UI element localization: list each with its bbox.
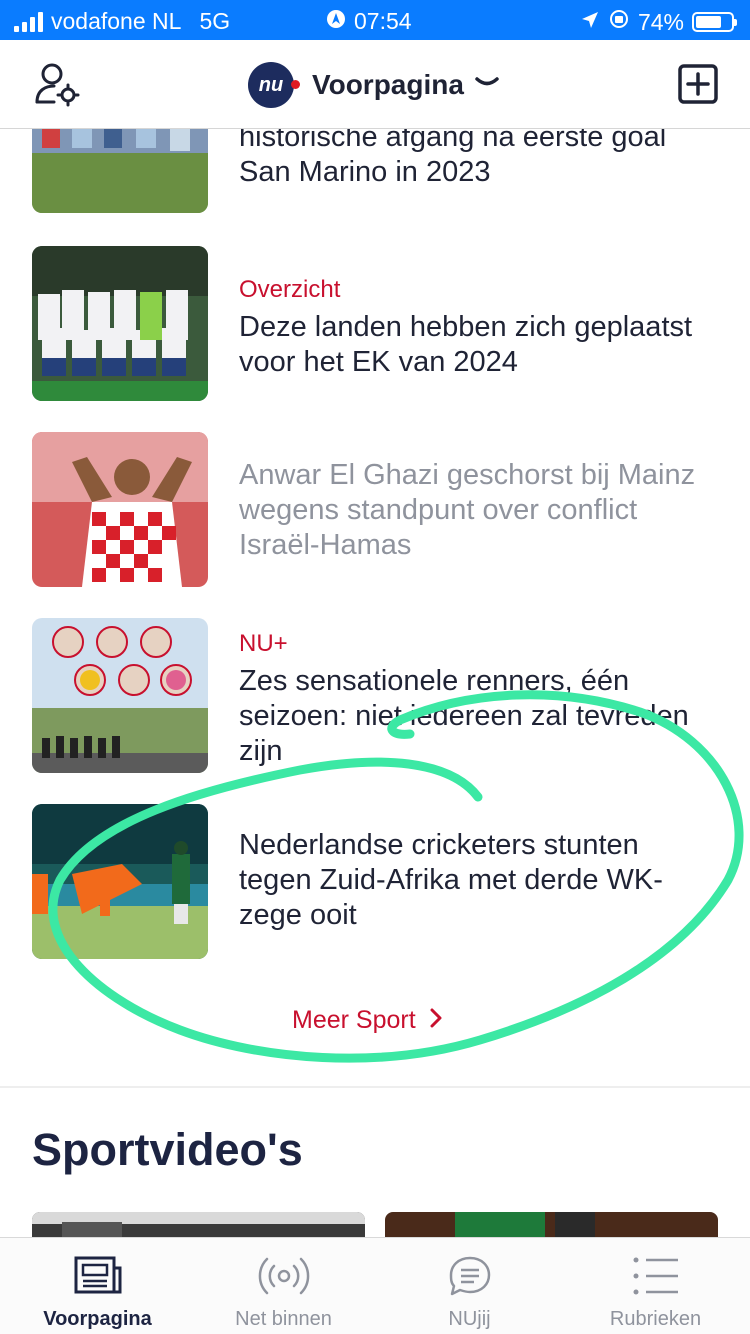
article-headline: Deze landen hebben zich geplaatst voor h… — [239, 311, 693, 378]
clock: 07:54 — [354, 8, 412, 34]
article-headline: Zes sensationele renners, één seizoen: n… — [239, 665, 689, 767]
tab-voorpagina[interactable]: Voorpagina — [4, 1238, 191, 1334]
app-header: nu Voorpagina — [0, 40, 750, 129]
tab-label: Rubrieken — [609, 1308, 702, 1330]
article-headline: Anwar El Ghazi geschorst bij Mainz wegen… — [239, 459, 696, 561]
logo-text: nu — [258, 73, 284, 96]
battery-percentage: 74% — [637, 8, 684, 35]
tab-label: Voorpagina — [43, 1308, 152, 1330]
article-item[interactable]: Nederlandse cricketers stunten tegen Zui… — [32, 804, 722, 959]
newspaper-icon — [72, 1254, 124, 1298]
article-item[interactable]: Anwar El Ghazi geschorst bij Mainz wegen… — [32, 432, 722, 587]
signal-icon — [14, 11, 43, 32]
chevron-right-icon — [430, 1006, 442, 1035]
network-type: 5G — [199, 8, 231, 34]
profile-settings-icon[interactable] — [34, 62, 82, 108]
article-label: Overzicht — [239, 276, 341, 303]
more-sport-link[interactable]: Meer Sport — [292, 1006, 442, 1035]
article-headline: historische afgang na eerste goal San Ma… — [239, 121, 667, 188]
article-label: NU+ — [239, 630, 288, 657]
article-thumbnail — [32, 246, 208, 401]
chevron-down-icon — [474, 76, 500, 95]
chat-bubble-icon — [444, 1254, 496, 1298]
section-divider — [0, 1086, 750, 1088]
page-title: Voorpagina — [312, 69, 464, 100]
status-bar: vodafone NL 5G 07:54 74% — [0, 0, 750, 40]
article-headline: Nederlandse cricketers stunten tegen Zui… — [239, 829, 663, 931]
article-thumbnail — [32, 804, 208, 959]
article-item[interactable]: NU+ Zes sensationele renners, één seizoe… — [32, 618, 722, 773]
article-thumbnail — [32, 432, 208, 587]
location-arrow-icon — [580, 9, 600, 36]
battery-icon — [692, 12, 737, 32]
tab-net-binnen[interactable]: Net binnen — [190, 1238, 377, 1334]
tab-label: Net binnen — [235, 1308, 332, 1330]
navigation-active-icon — [326, 8, 346, 35]
more-sport-label: Meer Sport — [292, 1006, 416, 1034]
list-icon — [630, 1254, 682, 1298]
add-square-icon[interactable] — [678, 64, 718, 104]
nu-logo: nu — [248, 62, 300, 108]
tab-nujij[interactable]: NUjij — [376, 1238, 563, 1334]
tab-rubrieken[interactable]: Rubrieken — [562, 1238, 749, 1334]
broadcast-icon — [258, 1254, 310, 1298]
carrier-name: vodafone NL — [51, 8, 182, 34]
rotation-lock-icon — [608, 8, 630, 36]
tab-label: NUjij — [448, 1308, 491, 1330]
article-item[interactable]: Overzicht Deze landen hebben zich geplaa… — [32, 246, 722, 401]
section-title: Sportvideo's — [32, 1124, 303, 1175]
article-thumbnail — [32, 618, 208, 773]
bottom-tab-bar: Voorpagina Net binnen NUjij Rubrieken — [0, 1237, 750, 1334]
section-switcher[interactable]: nu Voorpagina — [248, 62, 500, 108]
